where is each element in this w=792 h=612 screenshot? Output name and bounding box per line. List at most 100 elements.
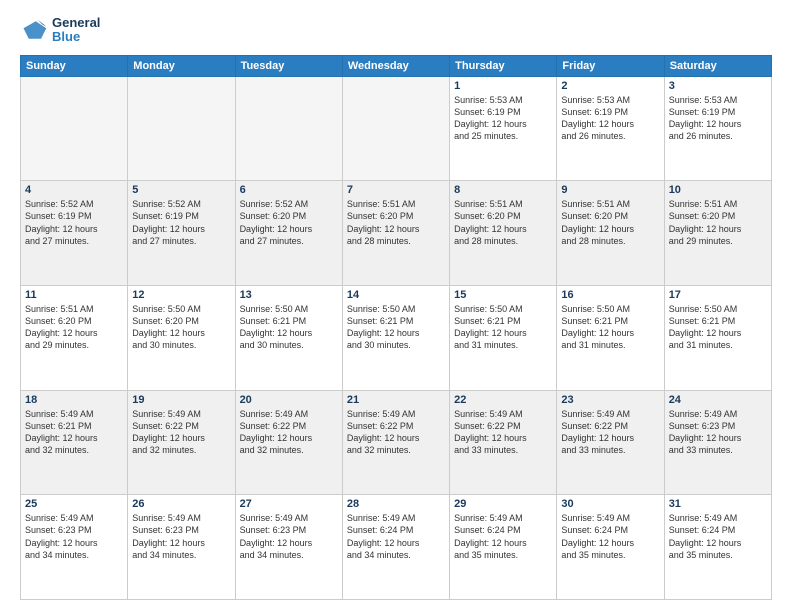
- calendar-cell: 10Sunrise: 5:51 AM Sunset: 6:20 PM Dayli…: [664, 181, 771, 286]
- day-info: Sunrise: 5:49 AM Sunset: 6:21 PM Dayligh…: [25, 408, 123, 457]
- day-info: Sunrise: 5:49 AM Sunset: 6:22 PM Dayligh…: [561, 408, 659, 457]
- calendar-cell: 1Sunrise: 5:53 AM Sunset: 6:19 PM Daylig…: [450, 76, 557, 181]
- calendar-cell: 24Sunrise: 5:49 AM Sunset: 6:23 PM Dayli…: [664, 390, 771, 495]
- day-info: Sunrise: 5:49 AM Sunset: 6:23 PM Dayligh…: [240, 512, 338, 561]
- day-number: 4: [25, 184, 123, 196]
- calendar-cell: 23 Sunrise: 5:49 AM Sunset: 6:22 PM Dayli…: [557, 390, 664, 495]
- day-number: 6: [240, 184, 338, 196]
- day-info: Sunrise: 5:49 AM Sunset: 6:24 PM Dayligh…: [454, 512, 552, 561]
- calendar-cell: 12 Sunrise: 5:50 AM Sunset: 6:20 PM Dayli…: [128, 285, 235, 390]
- day-info: Sunrise: 5:49 AM Sunset: 6:22 PM Dayligh…: [240, 408, 338, 457]
- logo-blue: Blue: [52, 29, 80, 44]
- calendar-header-thursday: Thursday: [450, 55, 557, 76]
- calendar-cell: 26 Sunrise: 5:49 AM Sunset: 6:23 PM Dayli…: [128, 495, 235, 600]
- calendar-cell: 9Sunrise: 5:51 AM Sunset: 6:20 PM Daylig…: [557, 181, 664, 286]
- day-number: 22: [454, 394, 552, 406]
- day-info: Sunrise: 5:53 AM Sunset: 6:19 PM Dayligh…: [561, 94, 659, 143]
- day-info: Sunrise: 5:49 AM Sunset: 6:23 PM Dayligh…: [25, 512, 123, 561]
- day-number: 30: [561, 498, 659, 510]
- day-info: Sunrise: 5:51 AM Sunset: 6:20 PM Dayligh…: [561, 198, 659, 247]
- day-info: Sunrise: 5:49 AM Sunset: 6:24 PM Dayligh…: [669, 512, 767, 561]
- calendar-cell: [128, 76, 235, 181]
- day-number: 17: [669, 289, 767, 301]
- day-info: Sunrise: 5:51 AM Sunset: 6:20 PM Dayligh…: [347, 198, 445, 247]
- calendar-cell: 28 Sunrise: 5:49 AM Sunset: 6:24 PM Dayli…: [342, 495, 449, 600]
- day-number: 29: [454, 498, 552, 510]
- calendar-cell: 16 Sunrise: 5:50 AM Sunset: 6:21 PM Dayli…: [557, 285, 664, 390]
- week-row-4: 18 Sunrise: 5:49 AM Sunset: 6:21 PM Dayli…: [21, 390, 772, 495]
- day-info: Sunrise: 5:49 AM Sunset: 6:22 PM Dayligh…: [347, 408, 445, 457]
- calendar-cell: 20 Sunrise: 5:49 AM Sunset: 6:22 PM Dayli…: [235, 390, 342, 495]
- week-row-5: 25 Sunrise: 5:49 AM Sunset: 6:23 PM Dayli…: [21, 495, 772, 600]
- day-number: 1: [454, 80, 552, 92]
- day-info: Sunrise: 5:50 AM Sunset: 6:21 PM Dayligh…: [669, 303, 767, 352]
- day-number: 11: [25, 289, 123, 301]
- day-number: 25: [25, 498, 123, 510]
- day-number: 7: [347, 184, 445, 196]
- calendar-header-saturday: Saturday: [664, 55, 771, 76]
- day-number: 23: [561, 394, 659, 406]
- calendar-header-row: SundayMondayTuesdayWednesdayThursdayFrid…: [21, 55, 772, 76]
- week-row-3: 11Sunrise: 5:51 AM Sunset: 6:20 PM Dayli…: [21, 285, 772, 390]
- day-info: Sunrise: 5:50 AM Sunset: 6:21 PM Dayligh…: [454, 303, 552, 352]
- day-info: Sunrise: 5:52 AM Sunset: 6:19 PM Dayligh…: [132, 198, 230, 247]
- day-number: 15: [454, 289, 552, 301]
- calendar-cell: 8Sunrise: 5:51 AM Sunset: 6:20 PM Daylig…: [450, 181, 557, 286]
- calendar-cell: 11Sunrise: 5:51 AM Sunset: 6:20 PM Dayli…: [21, 285, 128, 390]
- calendar-cell: 31 Sunrise: 5:49 AM Sunset: 6:24 PM Dayli…: [664, 495, 771, 600]
- calendar-cell: 13 Sunrise: 5:50 AM Sunset: 6:21 PM Dayli…: [235, 285, 342, 390]
- day-number: 31: [669, 498, 767, 510]
- day-info: Sunrise: 5:52 AM Sunset: 6:20 PM Dayligh…: [240, 198, 338, 247]
- day-number: 3: [669, 80, 767, 92]
- week-row-2: 4 Sunrise: 5:52 AM Sunset: 6:19 PM Daylig…: [21, 181, 772, 286]
- calendar-cell: 22 Sunrise: 5:49 AM Sunset: 6:22 PM Dayli…: [450, 390, 557, 495]
- day-info: Sunrise: 5:50 AM Sunset: 6:20 PM Dayligh…: [132, 303, 230, 352]
- calendar-cell: 6 Sunrise: 5:52 AM Sunset: 6:20 PM Daylig…: [235, 181, 342, 286]
- day-number: 12: [132, 289, 230, 301]
- page: General Blue SundayMondayTuesdayWednesda…: [0, 0, 792, 612]
- calendar-header-tuesday: Tuesday: [235, 55, 342, 76]
- calendar-cell: 7 Sunrise: 5:51 AM Sunset: 6:20 PM Daylig…: [342, 181, 449, 286]
- day-number: 13: [240, 289, 338, 301]
- day-info: Sunrise: 5:52 AM Sunset: 6:19 PM Dayligh…: [25, 198, 123, 247]
- calendar-cell: [21, 76, 128, 181]
- day-info: Sunrise: 5:49 AM Sunset: 6:23 PM Dayligh…: [132, 512, 230, 561]
- calendar-header-friday: Friday: [557, 55, 664, 76]
- day-number: 10: [669, 184, 767, 196]
- calendar-cell: [235, 76, 342, 181]
- logo-general: General: [52, 15, 100, 30]
- day-info: Sunrise: 5:50 AM Sunset: 6:21 PM Dayligh…: [561, 303, 659, 352]
- calendar-cell: 30 Sunrise: 5:49 AM Sunset: 6:24 PM Dayli…: [557, 495, 664, 600]
- logo: General Blue: [20, 16, 100, 45]
- calendar-cell: 5 Sunrise: 5:52 AM Sunset: 6:19 PM Daylig…: [128, 181, 235, 286]
- day-number: 2: [561, 80, 659, 92]
- calendar-cell: 27Sunrise: 5:49 AM Sunset: 6:23 PM Dayli…: [235, 495, 342, 600]
- calendar-cell: 25 Sunrise: 5:49 AM Sunset: 6:23 PM Dayli…: [21, 495, 128, 600]
- day-number: 21: [347, 394, 445, 406]
- day-number: 20: [240, 394, 338, 406]
- day-number: 18: [25, 394, 123, 406]
- calendar-cell: 17 Sunrise: 5:50 AM Sunset: 6:21 PM Dayli…: [664, 285, 771, 390]
- calendar-table: SundayMondayTuesdayWednesdayThursdayFrid…: [20, 55, 772, 600]
- day-number: 16: [561, 289, 659, 301]
- day-info: Sunrise: 5:49 AM Sunset: 6:22 PM Dayligh…: [454, 408, 552, 457]
- day-info: Sunrise: 5:53 AM Sunset: 6:19 PM Dayligh…: [669, 94, 767, 143]
- calendar-cell: [342, 76, 449, 181]
- logo-icon: [20, 16, 48, 44]
- header: General Blue: [20, 16, 772, 45]
- day-info: Sunrise: 5:49 AM Sunset: 6:24 PM Dayligh…: [347, 512, 445, 561]
- calendar-cell: 4 Sunrise: 5:52 AM Sunset: 6:19 PM Daylig…: [21, 181, 128, 286]
- calendar-cell: 2 Sunrise: 5:53 AM Sunset: 6:19 PM Daylig…: [557, 76, 664, 181]
- day-info: Sunrise: 5:50 AM Sunset: 6:21 PM Dayligh…: [240, 303, 338, 352]
- calendar-header-wednesday: Wednesday: [342, 55, 449, 76]
- calendar-cell: 18 Sunrise: 5:49 AM Sunset: 6:21 PM Dayli…: [21, 390, 128, 495]
- calendar-cell: 3 Sunrise: 5:53 AM Sunset: 6:19 PM Daylig…: [664, 76, 771, 181]
- day-number: 28: [347, 498, 445, 510]
- day-info: Sunrise: 5:49 AM Sunset: 6:24 PM Dayligh…: [561, 512, 659, 561]
- logo-text: General Blue: [52, 16, 100, 45]
- calendar-cell: 15 Sunrise: 5:50 AM Sunset: 6:21 PM Dayli…: [450, 285, 557, 390]
- day-info: Sunrise: 5:50 AM Sunset: 6:21 PM Dayligh…: [347, 303, 445, 352]
- calendar-cell: 14Sunrise: 5:50 AM Sunset: 6:21 PM Dayli…: [342, 285, 449, 390]
- day-number: 5: [132, 184, 230, 196]
- day-number: 26: [132, 498, 230, 510]
